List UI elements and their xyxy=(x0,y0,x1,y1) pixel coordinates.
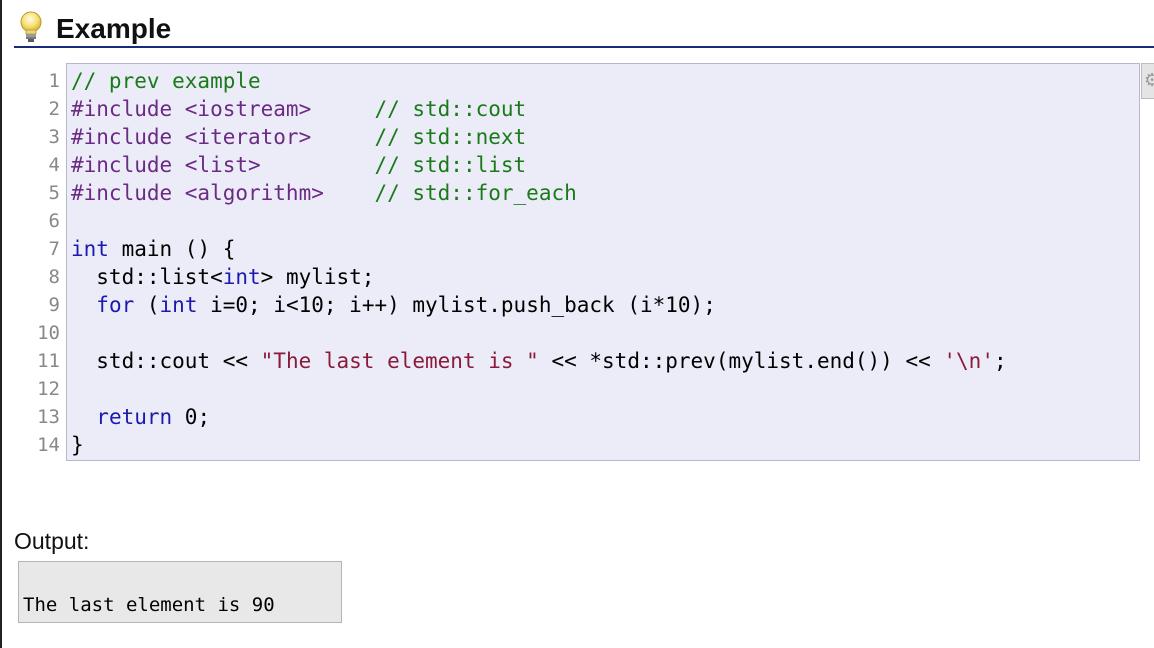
line-number: 6 xyxy=(48,210,60,232)
code-token: } xyxy=(71,433,84,457)
code-content: // prev example #include <iostream> // st… xyxy=(71,67,1136,459)
left-border xyxy=(0,0,2,648)
code-line: #include <iterator> // std::next xyxy=(71,123,1136,151)
code-token: return xyxy=(96,405,173,429)
line-number: 2 xyxy=(48,98,60,120)
gear-icon[interactable]: ⚙ xyxy=(1141,63,1154,99)
code-line: // prev example xyxy=(71,67,1136,95)
code-token: i=0; i<10; i++) mylist.push_back (i*10); xyxy=(197,293,716,317)
output-label: Output: xyxy=(14,528,90,554)
line-number: 11 xyxy=(37,350,60,372)
code-token: // std::for_each xyxy=(374,181,577,205)
code-token: ; xyxy=(993,349,1007,373)
code-token: << *std::prev(mylist.end()) << xyxy=(538,349,944,373)
code-token: 0; xyxy=(172,405,211,429)
code-line: #include <list> // std::list xyxy=(71,151,1136,179)
line-number: 3 xyxy=(48,126,60,148)
section-header: Example xyxy=(14,8,1154,48)
output-box: The last element is 90 xyxy=(18,561,342,623)
code-token: #include <list> xyxy=(71,153,261,177)
code-line: std::list<int> mylist; xyxy=(71,263,1136,291)
code-token: #include <iterator> xyxy=(71,125,312,149)
page: Example ⚙ 1234567891011121314 // prev ex… xyxy=(0,0,1154,648)
code-line: return 0; xyxy=(71,403,1136,431)
code-token: int xyxy=(222,265,261,289)
code-line: int main () { xyxy=(71,235,1136,263)
code-token: int xyxy=(159,293,198,317)
code-token: main () { xyxy=(108,237,236,261)
code-token: #include <iostream> xyxy=(71,97,312,121)
code-token: // std::cout xyxy=(374,97,527,121)
code-token: for xyxy=(96,293,135,317)
line-number: 1 xyxy=(48,70,60,92)
line-number-gutter: 1 2 3 4 5 6 7 8 9 10 11 12 13 14 xyxy=(20,67,60,459)
line-number: 7 xyxy=(48,238,60,260)
line-number: 8 xyxy=(48,266,60,288)
code-line: } xyxy=(71,431,1136,459)
line-number: 13 xyxy=(37,406,60,428)
code-token: std::list< xyxy=(71,265,223,289)
lightbulb-icon xyxy=(20,11,42,42)
code-line: #include <algorithm> // std::for_each xyxy=(71,179,1136,207)
code-token: #include <algorithm> xyxy=(71,181,324,205)
line-number: 12 xyxy=(37,378,60,400)
line-number: 14 xyxy=(37,434,60,456)
code-line: std::cout << "The last element is " << *… xyxy=(71,347,1136,375)
code-token: std::cout << xyxy=(71,349,261,373)
code-token: // prev example xyxy=(71,69,261,93)
line-number: 5 xyxy=(48,182,60,204)
code-line: #include <iostream> // std::cout xyxy=(71,95,1136,123)
line-number: 9 xyxy=(48,294,60,316)
code-token: ( xyxy=(134,293,160,317)
code-token: "The last element is " xyxy=(260,349,539,373)
line-number: 10 xyxy=(37,322,60,344)
code-token: '\n' xyxy=(943,349,994,373)
code-token: > mylist; xyxy=(260,265,375,289)
code-token: // std::list xyxy=(374,153,527,177)
code-line: for (int i=0; i<10; i++) mylist.push_bac… xyxy=(71,291,1136,319)
line-number: 4 xyxy=(48,154,60,176)
section-title: Example xyxy=(56,13,172,44)
output-text: The last element is 90 xyxy=(23,594,275,616)
code-token: // std::next xyxy=(374,125,527,149)
code-token: int xyxy=(71,237,109,261)
